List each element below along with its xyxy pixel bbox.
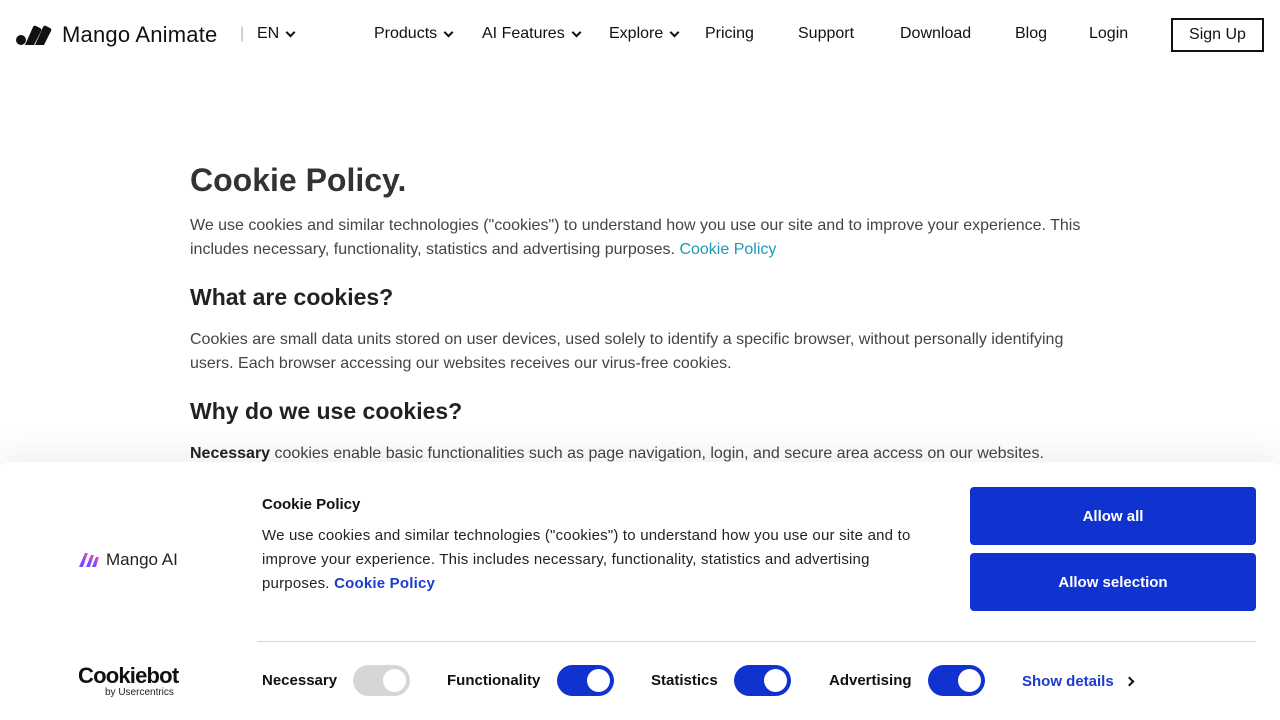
nav-products[interactable]: Products	[374, 25, 454, 43]
toggle-knob	[383, 669, 406, 692]
toggle-functionality[interactable]	[557, 665, 614, 696]
toggle-knob	[587, 669, 610, 692]
nav-pricing-label: Pricing	[705, 25, 754, 42]
cookie-banner: Mango AI Cookie Policy We use cookies an…	[0, 462, 1280, 720]
banner-title: Cookie Policy	[262, 496, 361, 513]
mango-ai-logo: Mango AI	[78, 550, 178, 570]
brand-name: Mango Animate	[62, 22, 218, 47]
mango-ai-icon	[79, 553, 99, 567]
heading-what-are-cookies: What are cookies?	[190, 284, 394, 310]
chevron-down-icon	[285, 27, 296, 37]
toggle-knob	[958, 669, 981, 692]
lang-separator: |	[240, 25, 245, 42]
nav-support[interactable]: Support	[798, 25, 854, 43]
nav-login[interactable]: Login	[1089, 25, 1128, 43]
allow-selection-button[interactable]: Allow selection	[970, 553, 1256, 611]
chevron-right-icon	[1124, 676, 1135, 687]
page-title: Cookie Policy.	[190, 162, 407, 198]
nav-products-label: Products	[374, 25, 438, 42]
language-label: EN	[257, 25, 280, 42]
chevron-down-icon	[571, 27, 582, 37]
language-selector[interactable]: EN	[257, 25, 296, 43]
necessary-term: Necessary	[190, 445, 271, 462]
nav-download[interactable]: Download	[900, 25, 971, 43]
nav-explore-label: Explore	[609, 25, 664, 42]
sign-up-button[interactable]: Sign Up	[1171, 18, 1264, 52]
intro-cookie-policy-link[interactable]: Cookie Policy	[679, 241, 776, 258]
heading-why-use-cookies: Why do we use cookies?	[190, 398, 463, 424]
toggle-label-statistics: Statistics	[651, 672, 718, 689]
cookiebot-logo: Cookiebot by Usercentrics	[78, 663, 179, 698]
cookiebot-byline: by Usercentrics	[105, 687, 174, 698]
nav-support-label: Support	[798, 25, 855, 42]
toggle-label-necessary: Necessary	[262, 672, 338, 689]
nav-blog[interactable]: Blog	[1015, 25, 1047, 43]
toggle-label-advertising: Advertising	[829, 672, 912, 689]
banner-cookie-policy-link[interactable]: Cookie Policy	[334, 575, 435, 592]
main-content: Cookie Policy. We use cookies and simila…	[190, 160, 1090, 466]
intro-paragraph: We use cookies and similar technologies …	[190, 214, 1090, 262]
cookiebot-wordmark: Cookiebot	[78, 663, 179, 688]
nav-ai-features-label: AI Features	[482, 25, 565, 42]
allow-all-button[interactable]: Allow all	[970, 487, 1256, 545]
necessary-text: cookies enable basic functionalities suc…	[270, 445, 1044, 462]
chevron-down-icon	[669, 27, 680, 37]
toggle-necessary	[353, 665, 410, 696]
nav-login-label: Login	[1089, 25, 1129, 42]
toggle-statistics[interactable]	[734, 665, 791, 696]
show-details-link[interactable]: Show details	[1022, 673, 1135, 690]
nav-explore[interactable]: Explore	[609, 25, 680, 43]
site-header: Mango Animate | EN Products AI Features …	[0, 0, 1280, 70]
nav-pricing[interactable]: Pricing	[705, 25, 754, 43]
what-paragraph: Cookies are small data units stored on u…	[190, 331, 1064, 372]
brand-logo[interactable]: Mango Animate	[16, 22, 217, 48]
mango-ai-name: Mango AI	[106, 550, 178, 569]
nav-ai-features[interactable]: AI Features	[482, 25, 582, 43]
intro-text: We use cookies and similar technologies …	[190, 217, 1081, 258]
chevron-down-icon	[443, 27, 454, 37]
mango-logo-icon	[16, 25, 52, 45]
toggle-advertising[interactable]	[928, 665, 985, 696]
toggle-knob	[764, 669, 787, 692]
nav-blog-label: Blog	[1015, 25, 1048, 42]
banner-divider	[257, 641, 1256, 642]
nav-download-label: Download	[900, 25, 972, 42]
banner-text: We use cookies and similar technologies …	[262, 524, 932, 596]
show-details-label: Show details	[1022, 673, 1114, 690]
toggle-label-functionality: Functionality	[447, 672, 541, 689]
